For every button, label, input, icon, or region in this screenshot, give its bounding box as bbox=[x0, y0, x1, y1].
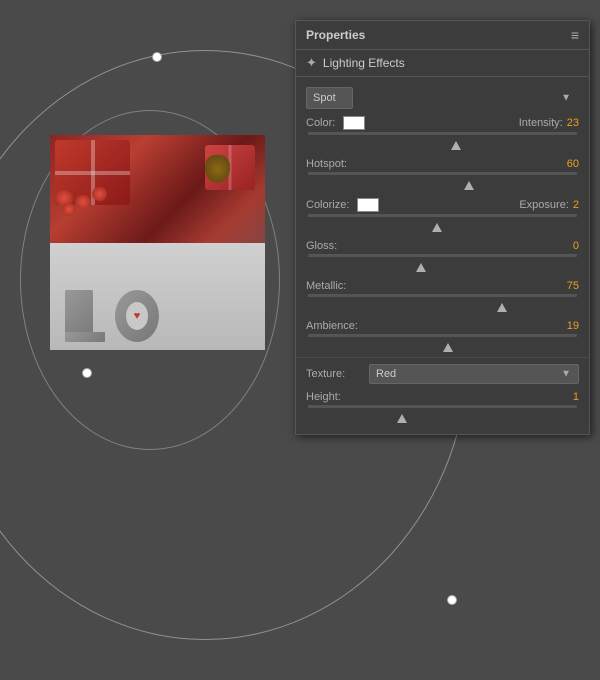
ambience-row: Ambience: 19 bbox=[296, 317, 589, 355]
ambience-slider-track[interactable] bbox=[308, 334, 577, 337]
height-row: Height: 1 bbox=[296, 388, 589, 426]
gloss-slider-area bbox=[306, 254, 579, 275]
hotspot-slider-thumb[interactable] bbox=[464, 181, 474, 190]
lighting-effects-label: Lighting Effects bbox=[323, 56, 405, 70]
hotspot-slider-area bbox=[306, 172, 579, 193]
ctrl-point-left[interactable] bbox=[82, 368, 92, 378]
hotspot-row: Hotspot: 60 bbox=[296, 155, 589, 193]
metallic-value: 75 bbox=[567, 280, 579, 292]
texture-dropdown-wrapper: None Red Green Blue ▼ bbox=[369, 364, 579, 384]
metallic-thumb-container bbox=[308, 303, 577, 315]
texture-select[interactable]: None Red Green Blue bbox=[369, 364, 579, 384]
height-slider-thumb[interactable] bbox=[397, 414, 407, 423]
light-type-dropdown-wrapper: Spot Point Infinite ▼ bbox=[306, 87, 579, 109]
panel-subtitle: ✦ Lighting Effects bbox=[296, 50, 589, 77]
exposure-slider-track[interactable] bbox=[308, 214, 577, 217]
hotspot-label: Hotspot: bbox=[306, 158, 347, 170]
ambience-value: 19 bbox=[567, 320, 579, 332]
intensity-value: 23 bbox=[567, 117, 579, 129]
gloss-slider-track[interactable] bbox=[308, 254, 577, 257]
panel-menu-icon[interactable]: ≡ bbox=[571, 27, 579, 43]
intensity-label: Intensity: bbox=[519, 117, 563, 129]
gloss-thumb-container bbox=[308, 263, 577, 275]
panel-title: Properties bbox=[306, 28, 365, 42]
color-intensity-row: Color: Intensity: 23 bbox=[296, 113, 589, 153]
height-label: Height: bbox=[306, 391, 341, 403]
ambience-label: Ambience: bbox=[306, 320, 358, 332]
intensity-thumb-container bbox=[308, 141, 577, 153]
colorize-exposure-row: Colorize: Exposure: 2 bbox=[296, 195, 589, 235]
metallic-slider-area bbox=[306, 294, 579, 315]
properties-panel: Properties ≡ ✦ Lighting Effects Spot Poi… bbox=[295, 20, 590, 435]
exposure-slider-area bbox=[306, 214, 579, 235]
height-slider-track[interactable] bbox=[308, 405, 577, 408]
metallic-label: Metallic: bbox=[306, 280, 346, 292]
exposure-slider-thumb[interactable] bbox=[432, 223, 442, 232]
panel-body: Spot Point Infinite ▼ Color: Intensity: … bbox=[296, 77, 589, 434]
height-thumb-container bbox=[308, 414, 577, 426]
ambience-thumb-container bbox=[308, 343, 577, 355]
height-slider-area bbox=[306, 405, 579, 426]
metallic-slider-track[interactable] bbox=[308, 294, 577, 297]
ambience-slider-thumb[interactable] bbox=[443, 343, 453, 352]
ctrl-point-right[interactable] bbox=[447, 595, 457, 605]
light-type-select[interactable]: Spot Point Infinite bbox=[306, 87, 353, 109]
exposure-label: Exposure: bbox=[519, 199, 569, 211]
metallic-row: Metallic: 75 bbox=[296, 277, 589, 315]
texture-label: Texture: bbox=[306, 368, 361, 380]
intensity-slider-thumb[interactable] bbox=[451, 141, 461, 150]
photo-image: ♥ bbox=[50, 135, 265, 350]
hotspot-thumb-container bbox=[308, 181, 577, 193]
ctrl-point-top[interactable] bbox=[152, 52, 162, 62]
gloss-label: Gloss: bbox=[306, 240, 337, 252]
colorize-label: Colorize: bbox=[306, 199, 349, 211]
colorize-swatch[interactable] bbox=[357, 198, 379, 212]
divider bbox=[296, 357, 589, 358]
color-label: Color: bbox=[306, 117, 335, 129]
exposure-thumb-container bbox=[308, 223, 577, 235]
light-type-row: Spot Point Infinite ▼ bbox=[296, 83, 589, 113]
color-swatch[interactable] bbox=[343, 116, 365, 130]
panel-header: Properties ≡ bbox=[296, 21, 589, 50]
exposure-value: 2 bbox=[573, 199, 579, 211]
hotspot-slider-track[interactable] bbox=[308, 172, 577, 175]
intensity-slider-track[interactable] bbox=[308, 132, 577, 135]
hotspot-value: 60 bbox=[567, 158, 579, 170]
metallic-slider-thumb[interactable] bbox=[497, 303, 507, 312]
lighting-icon: ✦ bbox=[306, 55, 317, 71]
intensity-slider-area bbox=[306, 132, 579, 153]
ambience-slider-area bbox=[306, 334, 579, 355]
gloss-slider-thumb[interactable] bbox=[416, 263, 426, 272]
gloss-row: Gloss: 0 bbox=[296, 237, 589, 275]
height-value: 1 bbox=[573, 391, 579, 403]
gloss-value: 0 bbox=[573, 240, 579, 252]
dropdown-arrow-icon: ▼ bbox=[561, 93, 571, 104]
texture-row: Texture: None Red Green Blue ▼ bbox=[296, 360, 589, 388]
